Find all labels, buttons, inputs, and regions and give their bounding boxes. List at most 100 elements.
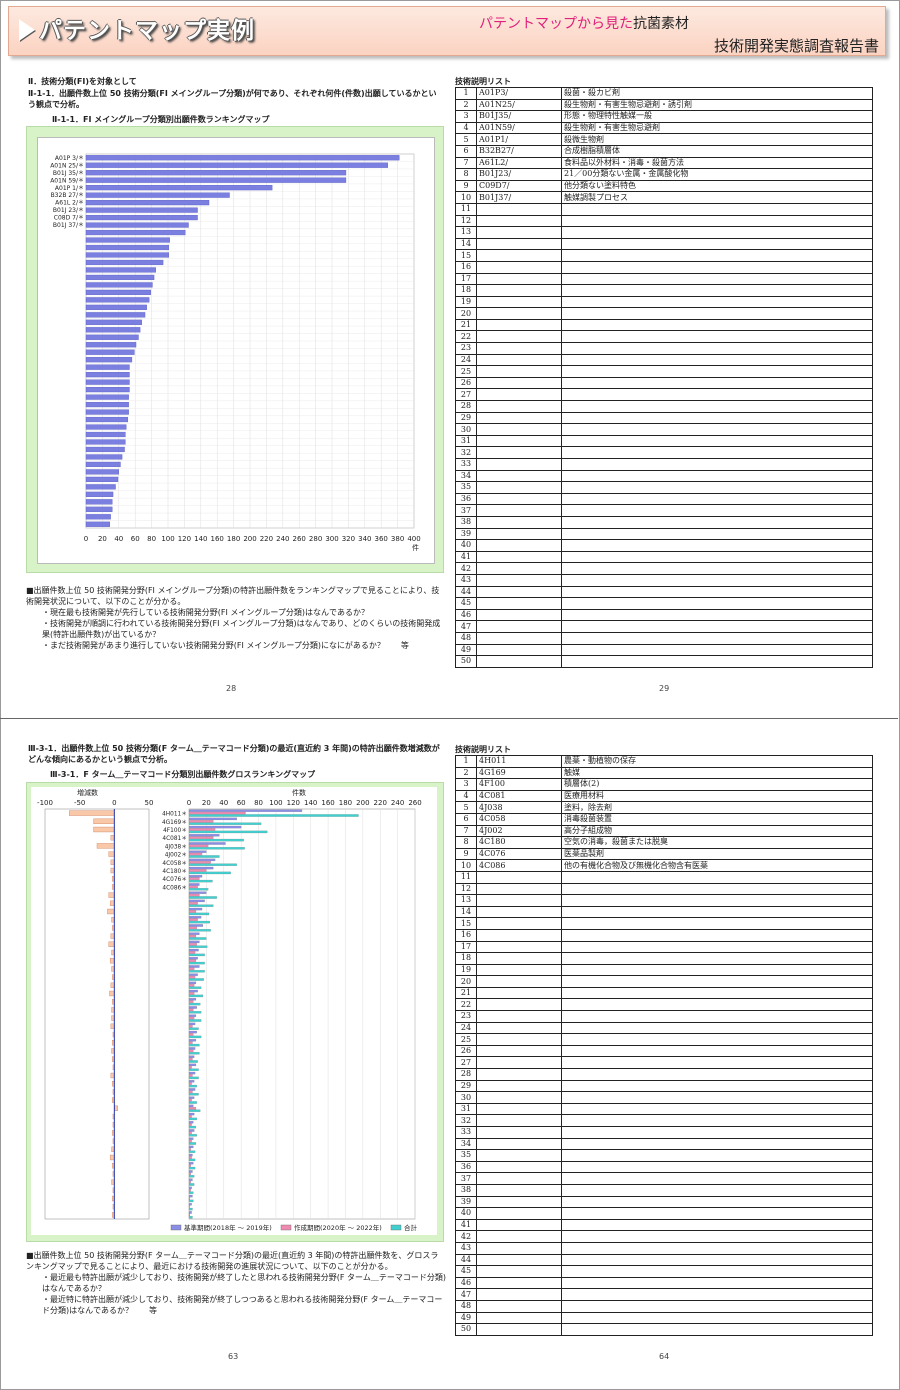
chart2-series-bar bbox=[188, 1055, 195, 1058]
table-row: 35 bbox=[455, 481, 873, 494]
chart2-right-tick-label: 80 bbox=[254, 799, 263, 807]
row-code bbox=[476, 1323, 562, 1336]
chart2-series-bar bbox=[188, 1172, 191, 1176]
row-number: 18 bbox=[455, 952, 477, 965]
row-description: 殺生物剤・有害生物忌避剤 bbox=[561, 121, 873, 135]
table-row: 39 bbox=[455, 1195, 873, 1209]
row-number: 35 bbox=[455, 1149, 477, 1162]
row-description bbox=[561, 894, 873, 907]
row-code: 4C058 bbox=[476, 812, 562, 826]
chart1-bar bbox=[85, 267, 156, 273]
chart2-right-tick-label: 60 bbox=[237, 799, 246, 807]
chart2-legend-label: 基準期間(2018年 ～ 2019年) bbox=[184, 1223, 272, 1232]
row-number: 20 bbox=[455, 975, 477, 988]
chart2-series-bar bbox=[188, 961, 205, 965]
row-code: 4G169 bbox=[476, 766, 562, 780]
row-number: 1 bbox=[455, 755, 477, 768]
row-number: 40 bbox=[455, 1207, 477, 1220]
chart2-series-bar bbox=[188, 1093, 199, 1096]
row-number: 13 bbox=[455, 894, 477, 907]
chart1-bar bbox=[85, 357, 133, 363]
chart1-bar bbox=[85, 372, 130, 378]
row-number: 32 bbox=[455, 446, 477, 459]
row-number: 29 bbox=[455, 1079, 477, 1093]
chart2-series-bar bbox=[188, 1025, 193, 1028]
table-row: 17 bbox=[455, 940, 873, 954]
row-description: 高分子組成物 bbox=[561, 824, 873, 838]
row-code bbox=[476, 1160, 562, 1174]
table-row: 16 bbox=[455, 260, 873, 274]
chart2-series-bar bbox=[188, 1022, 196, 1026]
chart1-bar bbox=[85, 349, 135, 355]
chart2-series-bar bbox=[188, 970, 205, 973]
chart2-series-bar bbox=[188, 904, 214, 907]
row-code bbox=[476, 550, 562, 564]
chart1-tick-label: 240 bbox=[276, 535, 289, 543]
chart1-bar bbox=[85, 252, 170, 258]
chart2-series-bar bbox=[188, 943, 197, 946]
chart2-change-bar bbox=[109, 990, 115, 997]
row-code: A01P1/ bbox=[476, 133, 562, 146]
row-number: 14 bbox=[455, 237, 477, 251]
chart2-series-bar bbox=[188, 875, 203, 878]
row-description bbox=[561, 376, 873, 390]
row-number: 43 bbox=[455, 573, 477, 587]
row-number: 10 bbox=[455, 859, 477, 872]
table-row: 15 bbox=[455, 249, 873, 262]
row-code: 4H011 bbox=[476, 755, 562, 768]
table-row: 36 bbox=[455, 492, 873, 506]
row-code bbox=[476, 620, 562, 633]
chart2-series-bar bbox=[188, 838, 244, 842]
chart2-series-bar bbox=[188, 811, 246, 815]
chart1-bar bbox=[85, 476, 119, 482]
chart1-tick-label: 400 bbox=[407, 535, 420, 543]
page1-section: Ⅱ-1-1．出願件数上位 50 技術分類(FI メイングループ分類)が何であり、… bbox=[28, 89, 437, 109]
row-code bbox=[476, 1207, 562, 1220]
chart1-tick-label: 300 bbox=[325, 535, 338, 543]
row-number: 30 bbox=[455, 423, 477, 436]
row-code bbox=[476, 504, 562, 517]
chart1-tick-label: 40 bbox=[114, 535, 123, 543]
row-description bbox=[561, 882, 873, 896]
chart2-series-bar bbox=[188, 1076, 199, 1080]
chart2-series-bar bbox=[188, 1148, 191, 1151]
chart2-category-label: 4J038＊ bbox=[165, 843, 187, 850]
chart1-bar bbox=[85, 484, 116, 490]
table-row: 45 bbox=[455, 597, 873, 610]
row-number: 27 bbox=[455, 388, 477, 402]
table-row: 50 bbox=[455, 655, 873, 668]
row-number: 16 bbox=[455, 928, 477, 942]
chart2-series-bar bbox=[188, 888, 209, 891]
row-description bbox=[561, 550, 873, 564]
table-row: 47 bbox=[455, 1288, 873, 1301]
chart2-series-bar bbox=[188, 1071, 196, 1075]
row-description bbox=[561, 249, 873, 262]
chart1-category-label: A01N 25/＊ bbox=[50, 162, 84, 169]
chart1-bar bbox=[85, 289, 151, 295]
row-number: 48 bbox=[455, 1299, 477, 1313]
chart2-series-bar bbox=[188, 1115, 192, 1118]
chart2-series-bar bbox=[188, 852, 203, 856]
list1-title: 技術説明リスト bbox=[455, 77, 511, 86]
chart2-change-bar bbox=[110, 1023, 115, 1029]
row-number: 39 bbox=[455, 1195, 477, 1209]
row-number: 38 bbox=[455, 1183, 477, 1197]
row-code bbox=[476, 631, 562, 645]
table-row: 21 bbox=[455, 986, 873, 1000]
chart1-bar bbox=[85, 491, 114, 497]
row-code bbox=[476, 249, 562, 262]
chart2-series-bar bbox=[188, 1060, 198, 1063]
row-description bbox=[561, 963, 873, 977]
row-code bbox=[476, 492, 562, 506]
row-description: 合成樹脂積層体 bbox=[561, 144, 873, 158]
page1-heading: Ⅱ．技術分類(FI)を対象として bbox=[28, 77, 137, 86]
chart1-bar bbox=[85, 214, 198, 221]
chart1-tick-label: 100 bbox=[161, 535, 174, 543]
chart2-right-tick-label: 240 bbox=[391, 799, 404, 807]
chart2-series-bar bbox=[188, 1052, 200, 1055]
chart1-bar bbox=[85, 454, 123, 460]
chart1-tick-label: 220 bbox=[260, 535, 273, 543]
chart2-change-bar bbox=[108, 851, 115, 857]
chart2-series-bar bbox=[188, 1189, 191, 1192]
table-row: 13 bbox=[455, 226, 873, 239]
